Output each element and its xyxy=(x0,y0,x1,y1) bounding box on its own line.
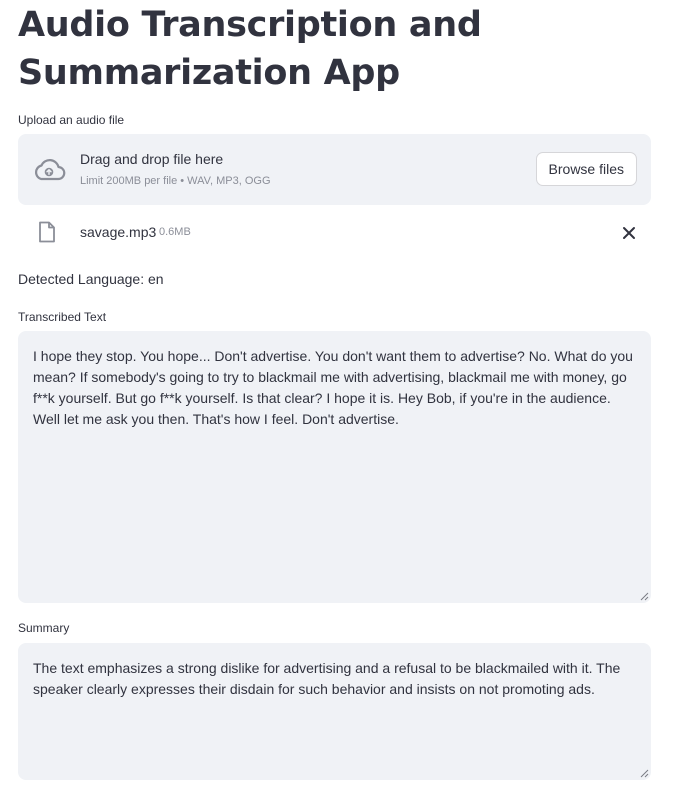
main-container: Audio Transcription and Summarization Ap… xyxy=(18,0,651,780)
close-icon[interactable] xyxy=(619,223,639,243)
file-limit-text: Limit 200MB per file • WAV, MP3, OGG xyxy=(80,175,271,187)
resize-handle-icon[interactable] xyxy=(639,768,649,778)
upload-label: Upload an audio file xyxy=(18,113,125,127)
page-title-line1: Audio Transcription and xyxy=(18,5,482,45)
drop-instruction: Drag and drop file here xyxy=(80,151,224,167)
detected-language: Detected Language: en xyxy=(18,271,164,287)
summary-label: Summary xyxy=(18,621,70,635)
browse-files-button[interactable]: Browse files xyxy=(535,152,637,186)
file-name: savage.mp3 xyxy=(80,224,157,240)
page-title: Audio Transcription and Summarization Ap… xyxy=(18,0,651,97)
file-dropzone[interactable]: Drag and drop file here Limit 200MB per … xyxy=(18,134,651,205)
resize-handle-icon[interactable] xyxy=(639,591,649,601)
summary-text-area[interactable]: The text emphasizes a strong dislike for… xyxy=(18,643,651,780)
uploaded-file-item: savage.mp3 0.6MB xyxy=(18,218,651,246)
transcribed-text-area[interactable]: I hope they stop. You hope... Don't adve… xyxy=(18,331,651,603)
page-title-line2: Summarization App xyxy=(18,53,400,93)
file-size: 0.6MB xyxy=(159,226,191,238)
cloud-upload-icon xyxy=(35,159,66,181)
file-icon xyxy=(39,221,55,243)
transcribed-text-label: Transcribed Text xyxy=(18,310,107,324)
